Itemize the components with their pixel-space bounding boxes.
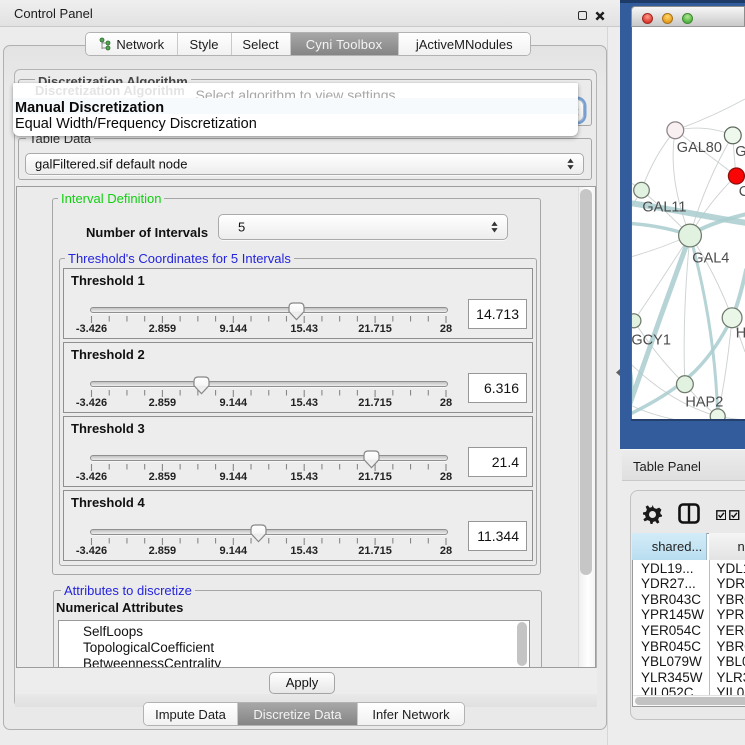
svg-text:G...: G... [735, 144, 745, 160]
svg-text:GAL4: GAL4 [692, 251, 729, 267]
svg-text:C...: C... [739, 184, 745, 200]
svg-text:GCY1: GCY1 [632, 333, 671, 349]
svg-text:HAP2: HAP2 [685, 395, 723, 411]
svg-text:GAL80: GAL80 [677, 140, 722, 156]
svg-text:HI...: HI... [736, 326, 745, 342]
svg-text:GAL11: GAL11 [642, 200, 686, 216]
